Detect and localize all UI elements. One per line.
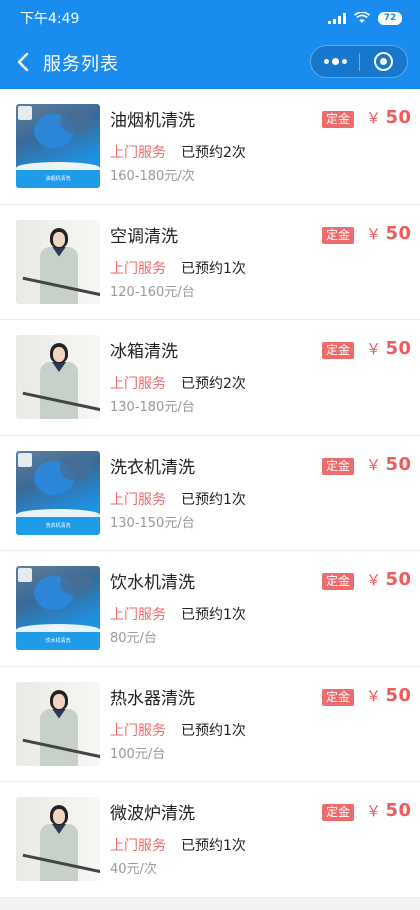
- booking-count: 已预约2次: [181, 145, 246, 161]
- service-name: 冰箱清洗: [110, 342, 178, 362]
- currency-symbol: ￥: [366, 224, 382, 243]
- signal-icon: [328, 12, 346, 24]
- price-value: 50: [385, 222, 412, 244]
- service-list-item[interactable]: 空调清洗 定金 ￥ 50 上门服务 已预约1次 120-160元/台: [0, 205, 420, 320]
- currency-symbol: ￥: [366, 109, 382, 127]
- booking-count: 已预约1次: [181, 491, 246, 508]
- booking-count: 已预约2次: [181, 376, 246, 392]
- wifi-icon: [354, 12, 370, 23]
- service-price: ￥ 50: [366, 338, 412, 359]
- service-thumbnail: 饮水机清洗: [16, 566, 100, 650]
- brand-logo-icon: [18, 568, 32, 582]
- currency-symbol: ￥: [366, 571, 382, 589]
- service-thumbnail: 油烟机清洗: [16, 104, 100, 188]
- booking-count: 已预约1次: [181, 607, 246, 623]
- currency-symbol: ￥: [366, 340, 382, 358]
- service-type-label: 上门服务: [110, 722, 166, 739]
- service-list-item[interactable]: 冰箱清洗 定金 ￥ 50 上门服务 已预约2次 130-180元/台: [0, 320, 420, 436]
- service-type-label: 上门服务: [110, 145, 166, 161]
- service-thumbnail: [16, 681, 100, 766]
- price-value: 50: [385, 453, 412, 475]
- deposit-badge: 定金: [322, 342, 354, 359]
- close-button[interactable]: [360, 52, 407, 71]
- price-value: 50: [385, 569, 412, 590]
- price-range: 40元/次: [110, 862, 157, 877]
- price-value: 50: [385, 800, 412, 821]
- price-range: 80元/台: [110, 631, 157, 646]
- service-name: 微波炉清洗: [110, 804, 195, 824]
- service-type-label: 上门服务: [110, 376, 166, 392]
- more-button[interactable]: [311, 58, 359, 65]
- battery-icon: 72: [378, 11, 402, 25]
- service-price: ￥ 50: [366, 107, 412, 128]
- price-range: 130-180元/台: [110, 400, 195, 415]
- price-value: 50: [385, 684, 412, 706]
- price-value: 50: [385, 107, 412, 128]
- back-button[interactable]: [12, 48, 34, 76]
- service-price: ￥ 50: [366, 685, 412, 706]
- deposit-badge: 定金: [322, 688, 354, 706]
- service-price: ￥ 50: [366, 223, 412, 244]
- price-range: 100元/台: [110, 746, 166, 762]
- price-value: 50: [385, 338, 412, 359]
- app-header: 下午4:49 72 服务列表: [0, 0, 420, 89]
- status-time: 下午4:49: [20, 11, 80, 27]
- service-name: 热水器清洗: [110, 688, 195, 709]
- service-type-label: 上门服务: [110, 491, 166, 508]
- deposit-badge: 定金: [322, 573, 354, 590]
- booking-count: 已预约1次: [181, 838, 246, 854]
- service-list: 油烟机清洗 油烟机清洗 定金 ￥ 50 上门服务 已预约2次 160-180元/次…: [0, 89, 420, 898]
- thumbnail-caption: 饮水机清洗: [16, 632, 100, 650]
- service-price: ￥ 50: [366, 800, 412, 821]
- more-dots-icon: [323, 59, 329, 64]
- chevron-left-icon: [17, 52, 29, 72]
- deposit-badge: 定金: [322, 111, 354, 128]
- mini-program-capsule: [310, 45, 408, 78]
- nav-bar: 服务列表: [0, 36, 420, 89]
- service-list-item[interactable]: 饮水机清洗 饮水机清洗 定金 ￥ 50 上门服务 已预约1次 80元/台: [0, 551, 420, 667]
- service-list-item[interactable]: 油烟机清洗 油烟机清洗 定金 ￥ 50 上门服务 已预约2次 160-180元/次: [0, 89, 420, 205]
- status-icons: 72: [328, 11, 402, 25]
- service-thumbnail: [16, 219, 100, 304]
- brand-logo-icon: [18, 106, 32, 120]
- page-title: 服务列表: [43, 54, 119, 75]
- service-list-item[interactable]: 微波炉清洗 定金 ￥ 50 上门服务 已预约1次 40元/次: [0, 782, 420, 898]
- price-range: 120-160元/台: [110, 284, 195, 300]
- booking-count: 已预约1次: [181, 722, 246, 739]
- currency-symbol: ￥: [366, 802, 382, 820]
- status-bar: 下午4:49 72: [0, 0, 420, 36]
- service-price: ￥ 50: [366, 569, 412, 590]
- brand-logo-icon: [18, 452, 32, 467]
- service-name: 饮水机清洗: [110, 573, 195, 593]
- currency-symbol: ￥: [366, 455, 382, 474]
- service-list-item[interactable]: 洗衣机清洗 洗衣机清洗 定金 ￥ 50 上门服务 已预约1次 130-150元/台: [0, 436, 420, 551]
- price-range: 130-150元/台: [110, 515, 195, 531]
- price-range: 160-180元/次: [110, 169, 195, 184]
- list-bottom-spacer: [0, 897, 420, 910]
- deposit-badge: 定金: [322, 226, 354, 244]
- thumbnail-caption: 洗衣机清洗: [16, 516, 100, 535]
- service-thumbnail: [16, 335, 100, 419]
- service-type-label: 上门服务: [110, 607, 166, 623]
- service-type-label: 上门服务: [110, 838, 166, 854]
- service-name: 洗衣机清洗: [110, 457, 195, 478]
- deposit-badge: 定金: [322, 804, 354, 821]
- service-thumbnail: [16, 797, 100, 881]
- service-name: 油烟机清洗: [110, 111, 195, 131]
- service-price: ￥ 50: [366, 454, 412, 475]
- booking-count: 已预约1次: [181, 260, 246, 277]
- service-list-item[interactable]: 热水器清洗 定金 ￥ 50 上门服务 已预约1次 100元/台: [0, 667, 420, 782]
- service-type-label: 上门服务: [110, 260, 166, 277]
- currency-symbol: ￥: [366, 686, 382, 705]
- service-name: 空调清洗: [110, 226, 178, 247]
- close-ring-icon: [374, 52, 393, 71]
- service-thumbnail: 洗衣机清洗: [16, 450, 100, 535]
- deposit-badge: 定金: [322, 457, 354, 475]
- thumbnail-caption: 油烟机清洗: [16, 170, 100, 188]
